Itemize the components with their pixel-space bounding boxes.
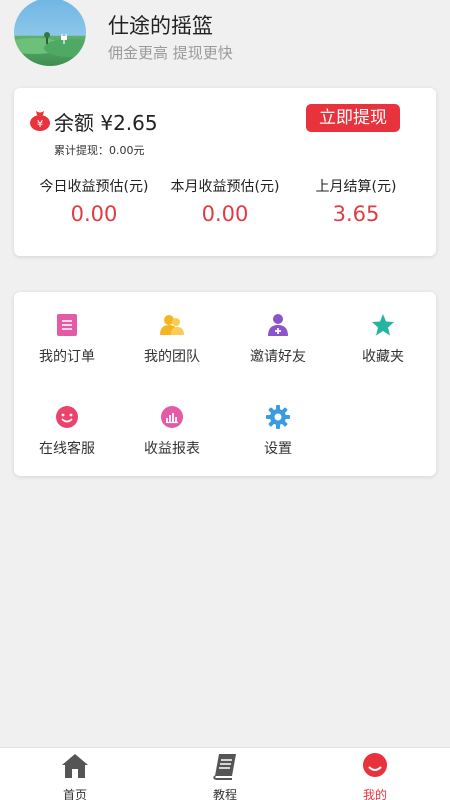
stat-label: 上月结算(元) <box>315 179 397 195</box>
avatar[interactable] <box>14 0 86 66</box>
user-subtitle: 佣金更高 提现更快 <box>108 44 233 62</box>
smile-icon <box>56 406 78 428</box>
menu-label: 收藏夹 <box>362 349 404 365</box>
stat-today[interactable]: 今日收益预估(元) 0.00 <box>24 176 164 226</box>
cumulative-withdraw: 累计提现：0.00元 <box>54 144 145 157</box>
menu-item-invite[interactable]: 邀请好友 <box>225 292 331 372</box>
stat-last-month[interactable]: 上月结算(元) 3.65 <box>286 176 426 226</box>
function-menu: 我的订单 我的团队 邀请好友 收藏夹 在线客服 收益报表 设置 <box>14 292 436 476</box>
team-icon <box>160 315 184 335</box>
menu-label: 收益报表 <box>144 441 200 457</box>
nav-mine[interactable]: 我的 <box>300 748 450 800</box>
menu-label: 在线客服 <box>39 441 95 457</box>
menu-item-orders[interactable]: 我的订单 <box>14 292 120 372</box>
stat-label: 今日收益预估(元) <box>39 179 149 195</box>
order-list-icon <box>57 314 77 336</box>
withdraw-button[interactable]: 立即提现 <box>306 104 400 132</box>
menu-label: 我的团队 <box>144 349 200 365</box>
menu-item-team[interactable]: 我的团队 <box>119 292 225 372</box>
menu-item-favorites[interactable]: 收藏夹 <box>330 292 436 372</box>
nav-label: 教程 <box>212 788 237 800</box>
menu-label: 设置 <box>264 441 292 457</box>
menu-label: 邀请好友 <box>250 349 306 365</box>
nav-label: 首页 <box>62 788 87 800</box>
nav-tutorial[interactable]: 教程 <box>150 748 300 800</box>
bar-chart-icon <box>161 406 183 428</box>
stat-label: 本月收益预估(元) <box>170 179 280 195</box>
gear-icon <box>266 405 290 429</box>
profile-header: 仕途的摇篮 佣金更高 提现更快 <box>0 0 450 80</box>
nav-home[interactable]: 首页 <box>0 748 150 800</box>
username: 仕途的摇篮 <box>108 14 213 38</box>
balance-amount: 余额 ¥2.65 <box>54 111 158 135</box>
home-icon <box>62 754 88 778</box>
menu-label: 我的订单 <box>39 349 95 365</box>
profile-smile-icon <box>363 753 387 777</box>
star-icon <box>372 314 394 336</box>
stat-value: 3.65 <box>332 202 380 226</box>
menu-item-report[interactable]: 收益报表 <box>119 384 225 464</box>
menu-item-support[interactable]: 在线客服 <box>14 384 120 464</box>
stat-value: 0.00 <box>201 202 249 226</box>
currency-symbol: ¥ <box>37 119 43 130</box>
earnings-stats: 今日收益预估(元) 0.00 本月收益预估(元) 0.00 上月结算(元) 3.… <box>14 176 436 236</box>
stat-month[interactable]: 本月收益预估(元) 0.00 <box>155 176 295 226</box>
menu-item-settings[interactable]: 设置 <box>225 384 331 464</box>
stat-value: 0.00 <box>70 202 118 226</box>
balance-card: ¥ 余额 ¥2.65 立即提现 累计提现：0.00元 今日收益预估(元) 0.0… <box>14 88 436 256</box>
money-bag-icon: ¥ <box>30 111 50 131</box>
nav-label: 我的 <box>362 788 387 800</box>
invite-friend-icon <box>268 314 288 336</box>
bottom-nav: 首页 教程 我的 <box>0 747 450 800</box>
book-icon <box>213 754 236 780</box>
